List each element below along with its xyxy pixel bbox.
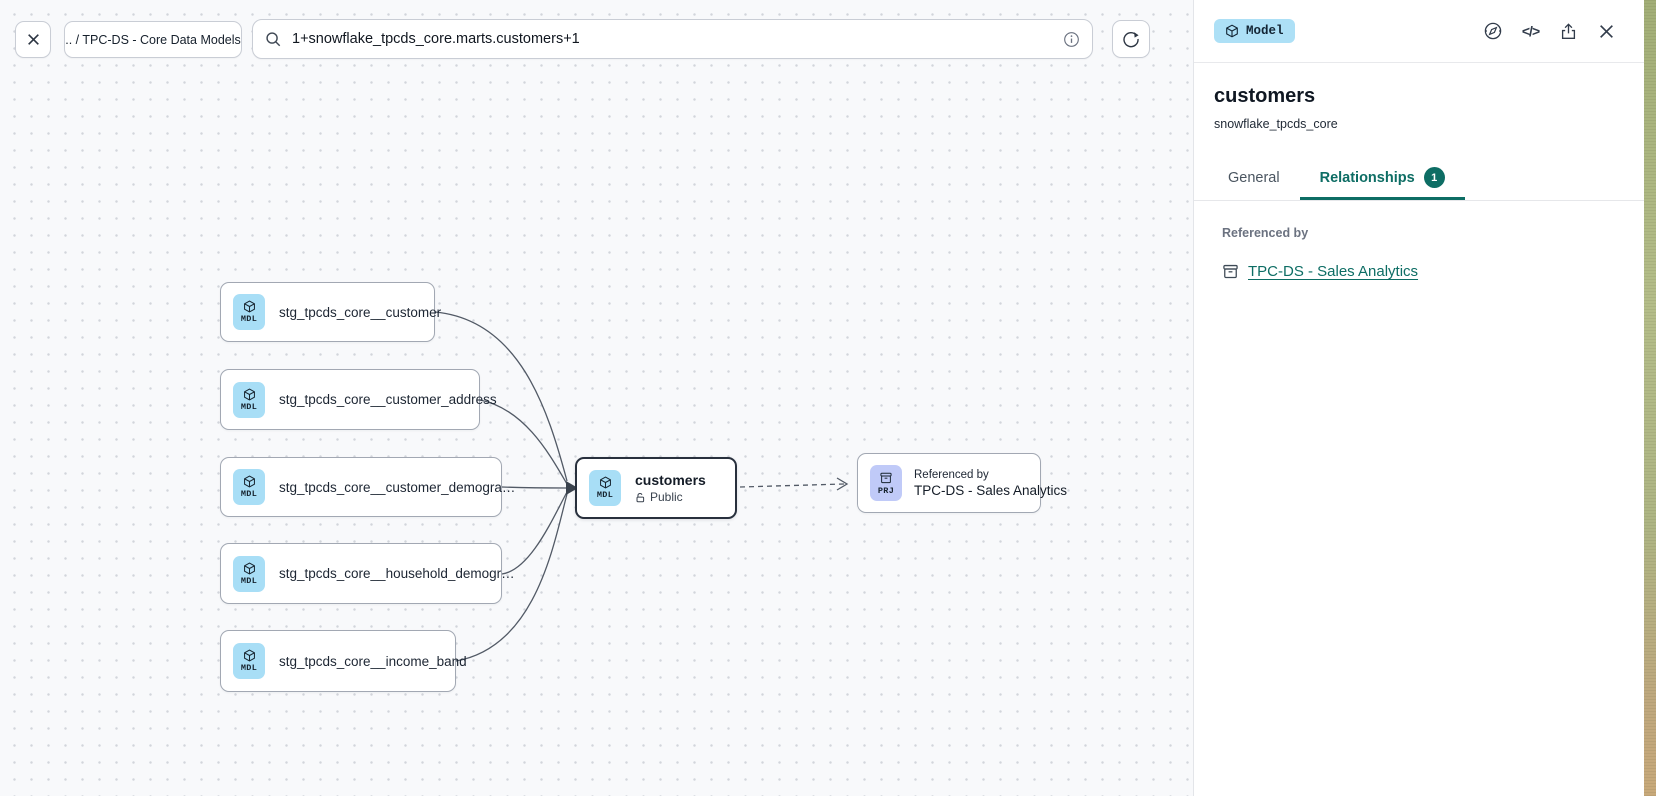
referenced-project-link[interactable]: TPC-DS - Sales Analytics bbox=[1248, 263, 1418, 280]
node-visibility: Public bbox=[650, 490, 683, 504]
model-badge-label: MDL bbox=[241, 576, 257, 586]
close-lineage-button[interactable] bbox=[15, 21, 51, 58]
cube-icon bbox=[243, 388, 256, 401]
node-stg-tpcds-core-customer-address[interactable]: MDL stg_tpcds_core__customer_address bbox=[220, 369, 480, 430]
close-icon bbox=[26, 32, 41, 47]
node-label: stg_tpcds_core__income_band bbox=[279, 654, 467, 669]
info-icon[interactable] bbox=[1063, 31, 1080, 48]
refresh-button[interactable] bbox=[1112, 20, 1150, 58]
compass-button[interactable] bbox=[1482, 21, 1503, 42]
lineage-edges bbox=[0, 0, 1193, 796]
model-badge: MDL bbox=[233, 643, 265, 679]
node-stg-tpcds-core-income-band[interactable]: MDL stg_tpcds_core__income_band bbox=[220, 630, 456, 692]
referenced-project-row: TPC-DS - Sales Analytics bbox=[1222, 263, 1616, 280]
close-icon bbox=[1598, 23, 1615, 40]
search-input[interactable] bbox=[292, 31, 1053, 47]
code-icon: </> bbox=[1522, 23, 1539, 39]
project-badge-label: PRJ bbox=[878, 486, 894, 496]
model-badge: MDL bbox=[233, 469, 265, 505]
model-badge-label: MDL bbox=[241, 402, 257, 412]
cube-icon bbox=[599, 476, 612, 489]
share-icon bbox=[1559, 22, 1578, 41]
tab-relationships-label: Relationships bbox=[1320, 170, 1415, 186]
tab-general[interactable]: General bbox=[1208, 156, 1300, 200]
node-customers-selected[interactable]: MDL customers Public bbox=[575, 457, 737, 519]
breadcrumb[interactable]: .. / TPC-DS - Core Data Models bbox=[64, 21, 242, 58]
lineage-search bbox=[252, 19, 1093, 59]
tab-general-label: General bbox=[1228, 170, 1280, 186]
details-panel: Model </> customers snowflake_tpcds_core… bbox=[1193, 0, 1644, 796]
cube-icon bbox=[243, 649, 256, 662]
node-label: stg_tpcds_core__household_demogr… bbox=[279, 566, 515, 581]
search-icon bbox=[265, 31, 282, 48]
model-schema-subtitle: snowflake_tpcds_core bbox=[1214, 117, 1624, 131]
edge-reference-dashed bbox=[740, 484, 844, 487]
compass-icon bbox=[1483, 21, 1503, 41]
page-title: customers bbox=[1214, 85, 1624, 108]
details-panel-header: Model </> bbox=[1194, 0, 1644, 63]
node-title: customers bbox=[635, 472, 706, 488]
node-stg-tpcds-core-customer[interactable]: MDL stg_tpcds_core__customer bbox=[220, 282, 435, 342]
close-panel-button[interactable] bbox=[1596, 21, 1617, 42]
model-type-chip-label: Model bbox=[1246, 24, 1284, 38]
details-tabs: General Relationships 1 bbox=[1194, 156, 1644, 201]
node-label: stg_tpcds_core__customer_demogra… bbox=[279, 480, 515, 495]
cube-icon bbox=[1225, 24, 1239, 38]
model-badge-label: MDL bbox=[597, 490, 613, 500]
model-badge: MDL bbox=[233, 382, 265, 418]
refresh-icon bbox=[1122, 30, 1140, 48]
view-code-button[interactable]: </> bbox=[1520, 21, 1541, 42]
lineage-canvas[interactable]: MDL stg_tpcds_core__customer MDL stg_tpc… bbox=[0, 0, 1193, 796]
share-button[interactable] bbox=[1558, 21, 1579, 42]
model-badge: MDL bbox=[589, 470, 621, 506]
cube-icon bbox=[243, 300, 256, 313]
node-referenced-project[interactable]: PRJ Referenced by TPC-DS - Sales Analyti… bbox=[857, 453, 1041, 513]
model-badge-label: MDL bbox=[241, 489, 257, 499]
edge-household-demographics bbox=[502, 492, 567, 574]
archive-box-icon bbox=[1222, 263, 1239, 280]
relationships-count-badge: 1 bbox=[1424, 167, 1445, 188]
edge-reference-arrowhead bbox=[837, 478, 847, 490]
desktop-wallpaper-edge bbox=[1644, 0, 1656, 796]
node-stg-tpcds-core-household-demographics[interactable]: MDL stg_tpcds_core__household_demogr… bbox=[220, 543, 502, 604]
archive-box-icon bbox=[879, 471, 893, 485]
model-badge-label: MDL bbox=[241, 663, 257, 673]
cube-icon bbox=[243, 475, 256, 488]
breadcrumb-label: .. / TPC-DS - Core Data Models bbox=[65, 33, 241, 47]
node-title: TPC-DS - Sales Analytics bbox=[914, 483, 1067, 498]
unlock-icon bbox=[635, 492, 646, 503]
model-badge-label: MDL bbox=[241, 314, 257, 324]
cube-icon bbox=[243, 562, 256, 575]
tab-relationships[interactable]: Relationships 1 bbox=[1300, 156, 1465, 200]
model-badge: MDL bbox=[233, 294, 265, 330]
project-badge: PRJ bbox=[870, 465, 902, 501]
node-stg-tpcds-core-customer-demographics[interactable]: MDL stg_tpcds_core__customer_demogra… bbox=[220, 457, 502, 517]
model-type-chip: Model bbox=[1214, 19, 1295, 43]
model-badge: MDL bbox=[233, 556, 265, 592]
node-label: stg_tpcds_core__customer_address bbox=[279, 392, 497, 407]
node-label: stg_tpcds_core__customer bbox=[279, 305, 441, 320]
referenced-by-label: Referenced by bbox=[1222, 226, 1616, 240]
node-eyebrow: Referenced by bbox=[914, 469, 1067, 481]
